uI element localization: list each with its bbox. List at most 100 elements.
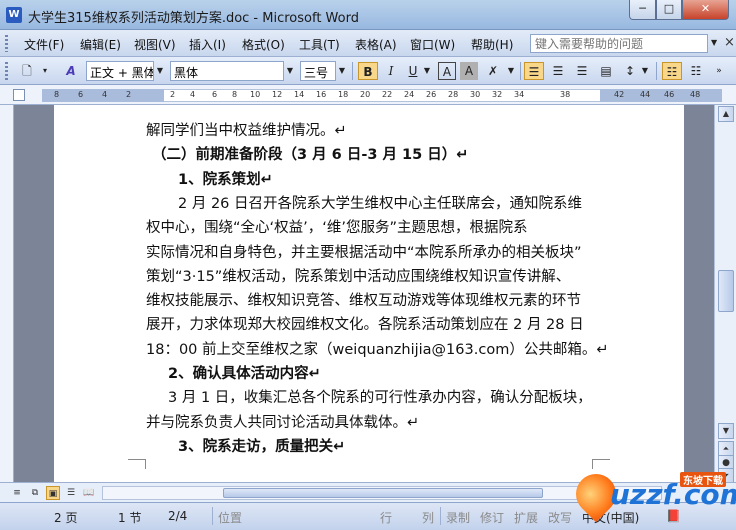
maximize-button[interactable]: □ (656, 0, 682, 20)
menu-edit[interactable]: 编辑(E) (80, 36, 121, 53)
title-bar: W 大学生315维权系列活动策划方案.doc - Microsoft Word … (0, 0, 736, 30)
crop-mark (128, 459, 146, 469)
status-position[interactable]: 位置 (218, 509, 242, 526)
document-line[interactable]: 并与院系负责人共同讨论活动具体载体。↵ (146, 411, 419, 432)
scroll-down-icon[interactable]: ▼ (718, 423, 734, 439)
menu-tools[interactable]: 工具(T) (299, 36, 340, 53)
document-line[interactable]: 1、院系策划↵ (146, 168, 273, 189)
document-line[interactable]: 3、院系走访，质量把关↵ (146, 435, 345, 456)
document-line[interactable]: 实际情况和自身特色，并主要根据活动中“本院系所承办的相关板块” (146, 241, 582, 262)
toolbar-options-arrow-icon[interactable]: ▾ (40, 62, 50, 80)
font-dropdown-arrow-icon[interactable]: ▼ (284, 61, 296, 81)
web-layout-view-icon[interactable]: ⧉ (28, 486, 42, 500)
style-dropdown-arrow-icon[interactable]: ▼ (154, 61, 166, 81)
document-line[interactable]: 策划“3·15”维权活动，院系策划中活动应围绕维权知识宣传讲解、 (146, 265, 570, 286)
site-watermark: uzzf.com 东坡下载 (567, 465, 736, 523)
document-line[interactable]: 18：00 前上交至维权之家（weiquanzhijia@163.com）公共邮… (146, 338, 608, 359)
toolbar-separator (656, 62, 657, 80)
ruler-tick: 12 (272, 90, 283, 99)
status-column[interactable]: 列 (422, 509, 434, 526)
print-layout-view-icon[interactable]: ▣ (46, 486, 60, 500)
minimize-button[interactable]: ─ (629, 0, 656, 20)
status-overtype[interactable]: 改写 (548, 509, 572, 526)
document-line[interactable]: 2、确认具体活动内容↵ (146, 362, 321, 383)
ruler-tick: 8 (232, 90, 238, 99)
align-center-icon[interactable]: ☰ (548, 62, 568, 80)
document-page[interactable]: 解同学们当中权益维护情况。↵ （二）前期准备阶段（3 月 6 日-3 月 15 日… (54, 105, 684, 482)
ruler-tick: 4 (190, 90, 196, 99)
menu-window[interactable]: 窗口(W) (410, 36, 455, 53)
menu-insert[interactable]: 插入(I) (189, 36, 226, 53)
ruler-tick: 2 (170, 90, 176, 99)
normal-view-icon[interactable]: ≡ (10, 486, 24, 500)
status-line[interactable]: 行 (380, 509, 392, 526)
horizontal-ruler[interactable]: 8 6 4 2 2 4 6 8 10 12 14 16 18 20 22 24 … (0, 85, 736, 105)
document-line[interactable]: 2 月 26 日召开各院系大学生维权中心主任联席会，通知院系维 (146, 192, 582, 213)
document-line[interactable]: 3 月 1 日，收集汇总各个院系的可行性承办内容，确认分配板块， (146, 386, 592, 407)
character-scaling-icon[interactable]: ✗ (482, 62, 504, 80)
status-separator (212, 507, 213, 525)
document-line[interactable]: 解同学们当中权益维护情况。↵ (146, 119, 347, 140)
menu-table[interactable]: 表格(A) (355, 36, 397, 53)
ruler-tick: 16 (316, 90, 327, 99)
status-page-of[interactable]: 2/4 (168, 509, 187, 523)
toolbar-grip-handle[interactable] (5, 62, 8, 80)
line-spacing-dropdown-arrow-icon[interactable]: ▼ (640, 62, 650, 80)
document-line[interactable]: 维权技能展示、维权知识竞答、维权互动游戏等体现维权元素的环节 (146, 289, 581, 310)
line-spacing-icon[interactable]: ↕ (620, 62, 640, 80)
font-size-combo[interactable]: 三号 (300, 61, 336, 81)
menu-grip-handle[interactable] (5, 35, 8, 52)
document-close-button[interactable]: × (724, 35, 735, 50)
outline-view-icon[interactable]: ☰ (64, 486, 78, 500)
bullets-icon[interactable]: ☷ (686, 62, 706, 80)
align-left-icon[interactable]: ☰ (524, 62, 544, 80)
menu-file[interactable]: 文件(F) (24, 36, 64, 53)
status-section[interactable]: 1 节 (118, 509, 141, 526)
status-track-changes[interactable]: 修订 (480, 509, 504, 526)
ruler-tick: 44 (640, 90, 651, 99)
align-right-icon[interactable]: ☰ (572, 62, 592, 80)
status-page[interactable]: 2 页 (54, 509, 77, 526)
character-shading-button[interactable]: A (460, 62, 478, 80)
tab-selector-icon[interactable] (13, 89, 25, 101)
menu-help[interactable]: 帮助(H) (471, 36, 513, 53)
underline-dropdown-arrow-icon[interactable]: ▼ (422, 62, 432, 80)
reading-layout-view-icon[interactable]: 📖 (82, 486, 96, 500)
document-line[interactable]: （二）前期准备阶段（3 月 6 日-3 月 15 日）↵ (146, 143, 468, 164)
bold-button[interactable]: B (358, 62, 378, 80)
character-border-button[interactable]: A (438, 62, 456, 80)
document-area[interactable]: 解同学们当中权益维护情况。↵ （二）前期准备阶段（3 月 6 日-3 月 15 日… (14, 105, 714, 482)
justify-icon[interactable]: ▤ (596, 62, 616, 80)
ruler-tick: 2 (126, 90, 132, 99)
help-dropdown-arrow-icon[interactable]: ▼ (711, 38, 717, 47)
close-button[interactable]: ✕ (682, 0, 729, 20)
word-app-icon[interactable]: W (6, 7, 22, 23)
status-record-macro[interactable]: 录制 (446, 509, 470, 526)
toolbar-overflow-icon[interactable]: » (712, 62, 726, 80)
document-line[interactable]: 权中心，围绕“全心‘权益’，‘维’您服务”主题思想，根据院系 (146, 216, 527, 237)
new-document-icon[interactable]: 🗋 (16, 62, 38, 80)
ruler-tick: 22 (382, 90, 393, 99)
font-size-dropdown-arrow-icon[interactable]: ▼ (336, 61, 348, 81)
underline-button[interactable]: U (404, 62, 422, 80)
ruler-tick: 38 (560, 90, 571, 99)
italic-button[interactable]: I (382, 62, 400, 80)
document-line[interactable]: 展开，力求体现郑大校园维权文化。各院系活动策划应在 2 月 28 日 (146, 313, 584, 334)
scroll-up-icon[interactable]: ▲ (718, 106, 734, 122)
ruler-tick: 18 (338, 90, 349, 99)
styles-pane-icon[interactable]: A (60, 62, 82, 80)
style-combo[interactable]: 正文 + 黑体 (86, 61, 154, 81)
toolbar-separator (352, 62, 353, 80)
horizontal-scroll-thumb[interactable] (223, 488, 543, 498)
vertical-scrollbar[interactable]: ▲ ▼ ⏶ ● ⏷ (714, 105, 736, 484)
vertical-ruler[interactable] (0, 105, 14, 482)
font-combo[interactable]: 黑体 (170, 61, 284, 81)
menu-view[interactable]: 视图(V) (134, 36, 176, 53)
scaling-dropdown-arrow-icon[interactable]: ▼ (506, 62, 516, 80)
help-search-input[interactable] (530, 34, 708, 53)
menu-format[interactable]: 格式(O) (242, 36, 285, 53)
window-title: 大学生315维权系列活动策划方案.doc - Microsoft Word (28, 11, 359, 26)
numbering-icon[interactable]: ☷ (662, 62, 682, 80)
vertical-scroll-thumb[interactable] (718, 270, 734, 312)
status-extend-selection[interactable]: 扩展 (514, 509, 538, 526)
